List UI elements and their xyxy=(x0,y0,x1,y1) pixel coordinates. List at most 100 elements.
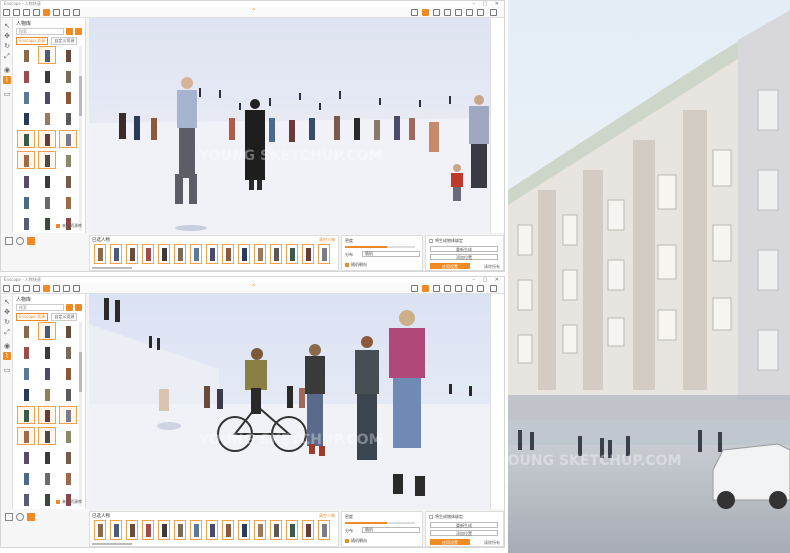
render-viewport[interactable]: YOUNG SKETCHUP.COM xyxy=(89,18,490,233)
density-slider[interactable] xyxy=(345,246,415,248)
eye-icon[interactable] xyxy=(444,9,451,16)
library-item[interactable] xyxy=(38,151,56,169)
rotate-tool-icon[interactable]: ↻ xyxy=(3,42,11,50)
library-item[interactable] xyxy=(38,172,56,190)
spread-select[interactable]: 随机 xyxy=(362,527,420,533)
tab-enscape-assets[interactable]: Enscape 资源 xyxy=(16,37,49,45)
library-item[interactable] xyxy=(59,109,77,127)
path-tool-icon[interactable]: ⌇ xyxy=(3,76,11,84)
library-item[interactable] xyxy=(17,193,35,211)
rect-tool-icon[interactable] xyxy=(5,513,13,521)
settings-icon[interactable] xyxy=(466,285,473,292)
library-item[interactable] xyxy=(38,130,56,148)
image-icon[interactable] xyxy=(455,285,462,292)
move-tool-icon[interactable]: ✥ xyxy=(3,32,11,40)
selected-person[interactable] xyxy=(318,244,330,264)
library-scroll-thumb[interactable] xyxy=(79,76,82,116)
library-item[interactable] xyxy=(38,406,56,424)
library-item[interactable] xyxy=(38,193,56,211)
apply-settings-button[interactable]: 应用设置 xyxy=(430,539,470,545)
selected-person[interactable] xyxy=(238,244,250,264)
plus-icon[interactable] xyxy=(73,9,80,16)
spread-select[interactable]: 随机 xyxy=(362,251,420,257)
selected-person[interactable] xyxy=(142,244,154,264)
selected-person[interactable] xyxy=(318,520,330,540)
selected-person[interactable] xyxy=(110,520,122,540)
selected-person[interactable] xyxy=(158,520,170,540)
selected-person[interactable] xyxy=(238,520,250,540)
library-item[interactable] xyxy=(38,448,56,466)
path-draw-icon[interactable] xyxy=(27,237,35,245)
rect-tool-icon[interactable] xyxy=(5,237,13,245)
selected-person[interactable] xyxy=(126,244,138,264)
library-item[interactable] xyxy=(17,490,35,508)
walk-checkbox[interactable]: 随机朝向 xyxy=(345,262,367,268)
library-item[interactable] xyxy=(17,151,35,169)
library-item[interactable] xyxy=(38,46,56,64)
people-icon[interactable] xyxy=(43,285,50,292)
library-item[interactable] xyxy=(17,67,35,85)
library-item[interactable] xyxy=(59,406,77,424)
add-position-button[interactable]: 添加位置 xyxy=(430,254,498,260)
render-viewport[interactable]: YOUNG SKETCHUP.COM xyxy=(89,294,490,509)
regenerate-button[interactable]: 重新生成 xyxy=(430,246,498,252)
scale-tool-icon[interactable]: ⤢ xyxy=(3,328,11,336)
eye-icon[interactable] xyxy=(444,285,451,292)
density-slider[interactable] xyxy=(345,522,415,524)
asset-icon[interactable] xyxy=(33,285,40,292)
project-icon[interactable] xyxy=(13,285,20,292)
library-item[interactable] xyxy=(59,151,77,169)
library-item[interactable] xyxy=(38,88,56,106)
library-item[interactable] xyxy=(17,448,35,466)
library-item[interactable] xyxy=(17,322,35,340)
bind-checkbox[interactable]: 将生成物体绑定 xyxy=(429,514,463,520)
selected-person[interactable] xyxy=(190,520,202,540)
path-tool-icon[interactable]: ⌇ xyxy=(3,352,11,360)
library-scrollbar[interactable] xyxy=(79,46,82,231)
selected-person[interactable] xyxy=(302,244,314,264)
scale-tool-icon[interactable]: ⤢ xyxy=(3,52,11,60)
refresh-icon[interactable] xyxy=(75,28,82,35)
selection-scrollbar[interactable] xyxy=(92,543,132,545)
selected-person[interactable] xyxy=(254,520,266,540)
apply-settings-button[interactable]: 应用设置 xyxy=(430,263,470,269)
library-item[interactable] xyxy=(17,343,35,361)
clear-people-link[interactable]: 清空人物 xyxy=(319,513,335,519)
help-icon[interactable] xyxy=(477,285,484,292)
library-item[interactable] xyxy=(59,448,77,466)
image-icon[interactable] xyxy=(455,9,462,16)
selected-person[interactable] xyxy=(190,244,202,264)
layers-icon[interactable] xyxy=(63,285,70,292)
tab-custom-assets[interactable]: 自定义资源 xyxy=(51,37,78,45)
library-item[interactable] xyxy=(59,88,77,106)
home-icon[interactable] xyxy=(53,9,60,16)
clear-all-link[interactable]: 清除所有 xyxy=(484,540,500,546)
collapse-caret[interactable]: ^ xyxy=(251,8,256,15)
library-item[interactable] xyxy=(59,46,77,64)
pin-tool-icon[interactable]: ◉ xyxy=(3,66,11,74)
library-item[interactable] xyxy=(17,214,35,232)
random-checkbox[interactable]: 来自资源库 xyxy=(56,499,82,505)
people-icon[interactable] xyxy=(43,9,50,16)
library-item[interactable] xyxy=(17,46,35,64)
search-input[interactable]: 搜索 xyxy=(16,28,64,35)
library-item[interactable] xyxy=(17,385,35,403)
library-item[interactable] xyxy=(38,343,56,361)
library-item[interactable] xyxy=(38,364,56,382)
circle-tool-icon[interactable] xyxy=(16,237,24,245)
info-icon[interactable] xyxy=(433,9,440,16)
plus-icon[interactable] xyxy=(73,285,80,292)
selected-person[interactable] xyxy=(286,244,298,264)
refresh-icon[interactable] xyxy=(75,304,82,311)
selected-person[interactable] xyxy=(254,244,266,264)
selected-person[interactable] xyxy=(126,520,138,540)
library-item[interactable] xyxy=(38,490,56,508)
library-item[interactable] xyxy=(59,343,77,361)
settings-icon[interactable] xyxy=(466,9,473,16)
library-item[interactable] xyxy=(59,67,77,85)
library-scrollbar[interactable] xyxy=(79,322,82,507)
layers-icon[interactable] xyxy=(63,9,70,16)
library-item[interactable] xyxy=(17,364,35,382)
grid-icon[interactable] xyxy=(411,285,418,292)
file-icon[interactable] xyxy=(3,9,10,16)
